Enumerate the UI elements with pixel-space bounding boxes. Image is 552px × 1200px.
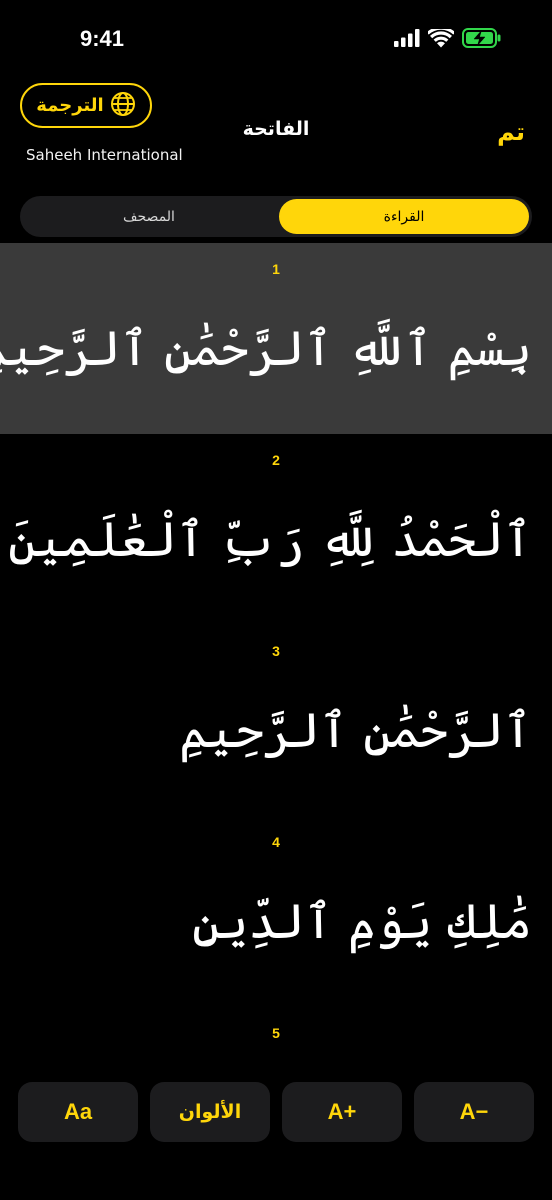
verse-text: بِسْمِ ٱللَّهِ ٱلرَّحْمَٰنِ ٱلرَّحِيمِ — [0, 321, 532, 377]
verse-row[interactable]: 2 ٱلْحَمْدُ لِلَّهِ رَبِّ ٱلْعَٰلَمِينَ — [0, 434, 552, 625]
verse-row[interactable]: 4 مَٰلِكِ يَوْمِ ٱلدِّينِ — [0, 816, 552, 1007]
signal-bars-icon — [394, 29, 420, 51]
verse-text: ٱلرَّحْمَٰنِ ٱلرَّحِيمِ — [179, 703, 532, 759]
translation-name: Saheeh International — [26, 146, 183, 164]
verse-row[interactable]: 3 ٱلرَّحْمَٰنِ ٱلرَّحِيمِ — [0, 625, 552, 816]
segment-mushaf[interactable]: المصحف — [24, 199, 274, 234]
wifi-icon — [426, 26, 456, 52]
verse-number: 2 — [272, 452, 280, 468]
globe-icon — [110, 91, 136, 121]
verse-number: 1 — [272, 261, 280, 277]
verse-row[interactable]: 1 بِسْمِ ٱللَّهِ ٱلرَّحْمَٰنِ ٱلرَّحِيمِ — [0, 243, 552, 434]
segment-reading[interactable]: القراءة — [279, 199, 529, 234]
decrease-font-button[interactable]: A− — [414, 1082, 534, 1142]
verse-row[interactable]: 5 — [0, 1007, 552, 1082]
surah-title: الفاتحة — [242, 118, 310, 140]
verse-text: مَٰلِكِ يَوْمِ ٱلدِّينِ — [192, 894, 532, 950]
status-icons — [394, 26, 502, 52]
increase-font-button[interactable]: A+ — [282, 1082, 402, 1142]
verse-number: 4 — [272, 834, 280, 850]
translation-button-label: الترجمة — [36, 95, 104, 116]
status-bar: 9:41 — [0, 0, 552, 80]
reader-toolbar: Aa الألوان A+ A− — [0, 1082, 552, 1142]
done-button[interactable]: تم — [497, 118, 525, 146]
battery-charging-icon — [462, 28, 502, 52]
verse-number: 5 — [272, 1025, 280, 1041]
status-time: 9:41 — [80, 26, 125, 51]
verse-number: 3 — [272, 643, 280, 659]
colors-button[interactable]: الألوان — [150, 1082, 270, 1142]
view-mode-segmented-control: المصحف القراءة — [20, 196, 532, 237]
verse-text: ٱلْحَمْدُ لِلَّهِ رَبِّ ٱلْعَٰلَمِينَ — [8, 512, 532, 568]
font-style-button[interactable]: Aa — [18, 1082, 138, 1142]
